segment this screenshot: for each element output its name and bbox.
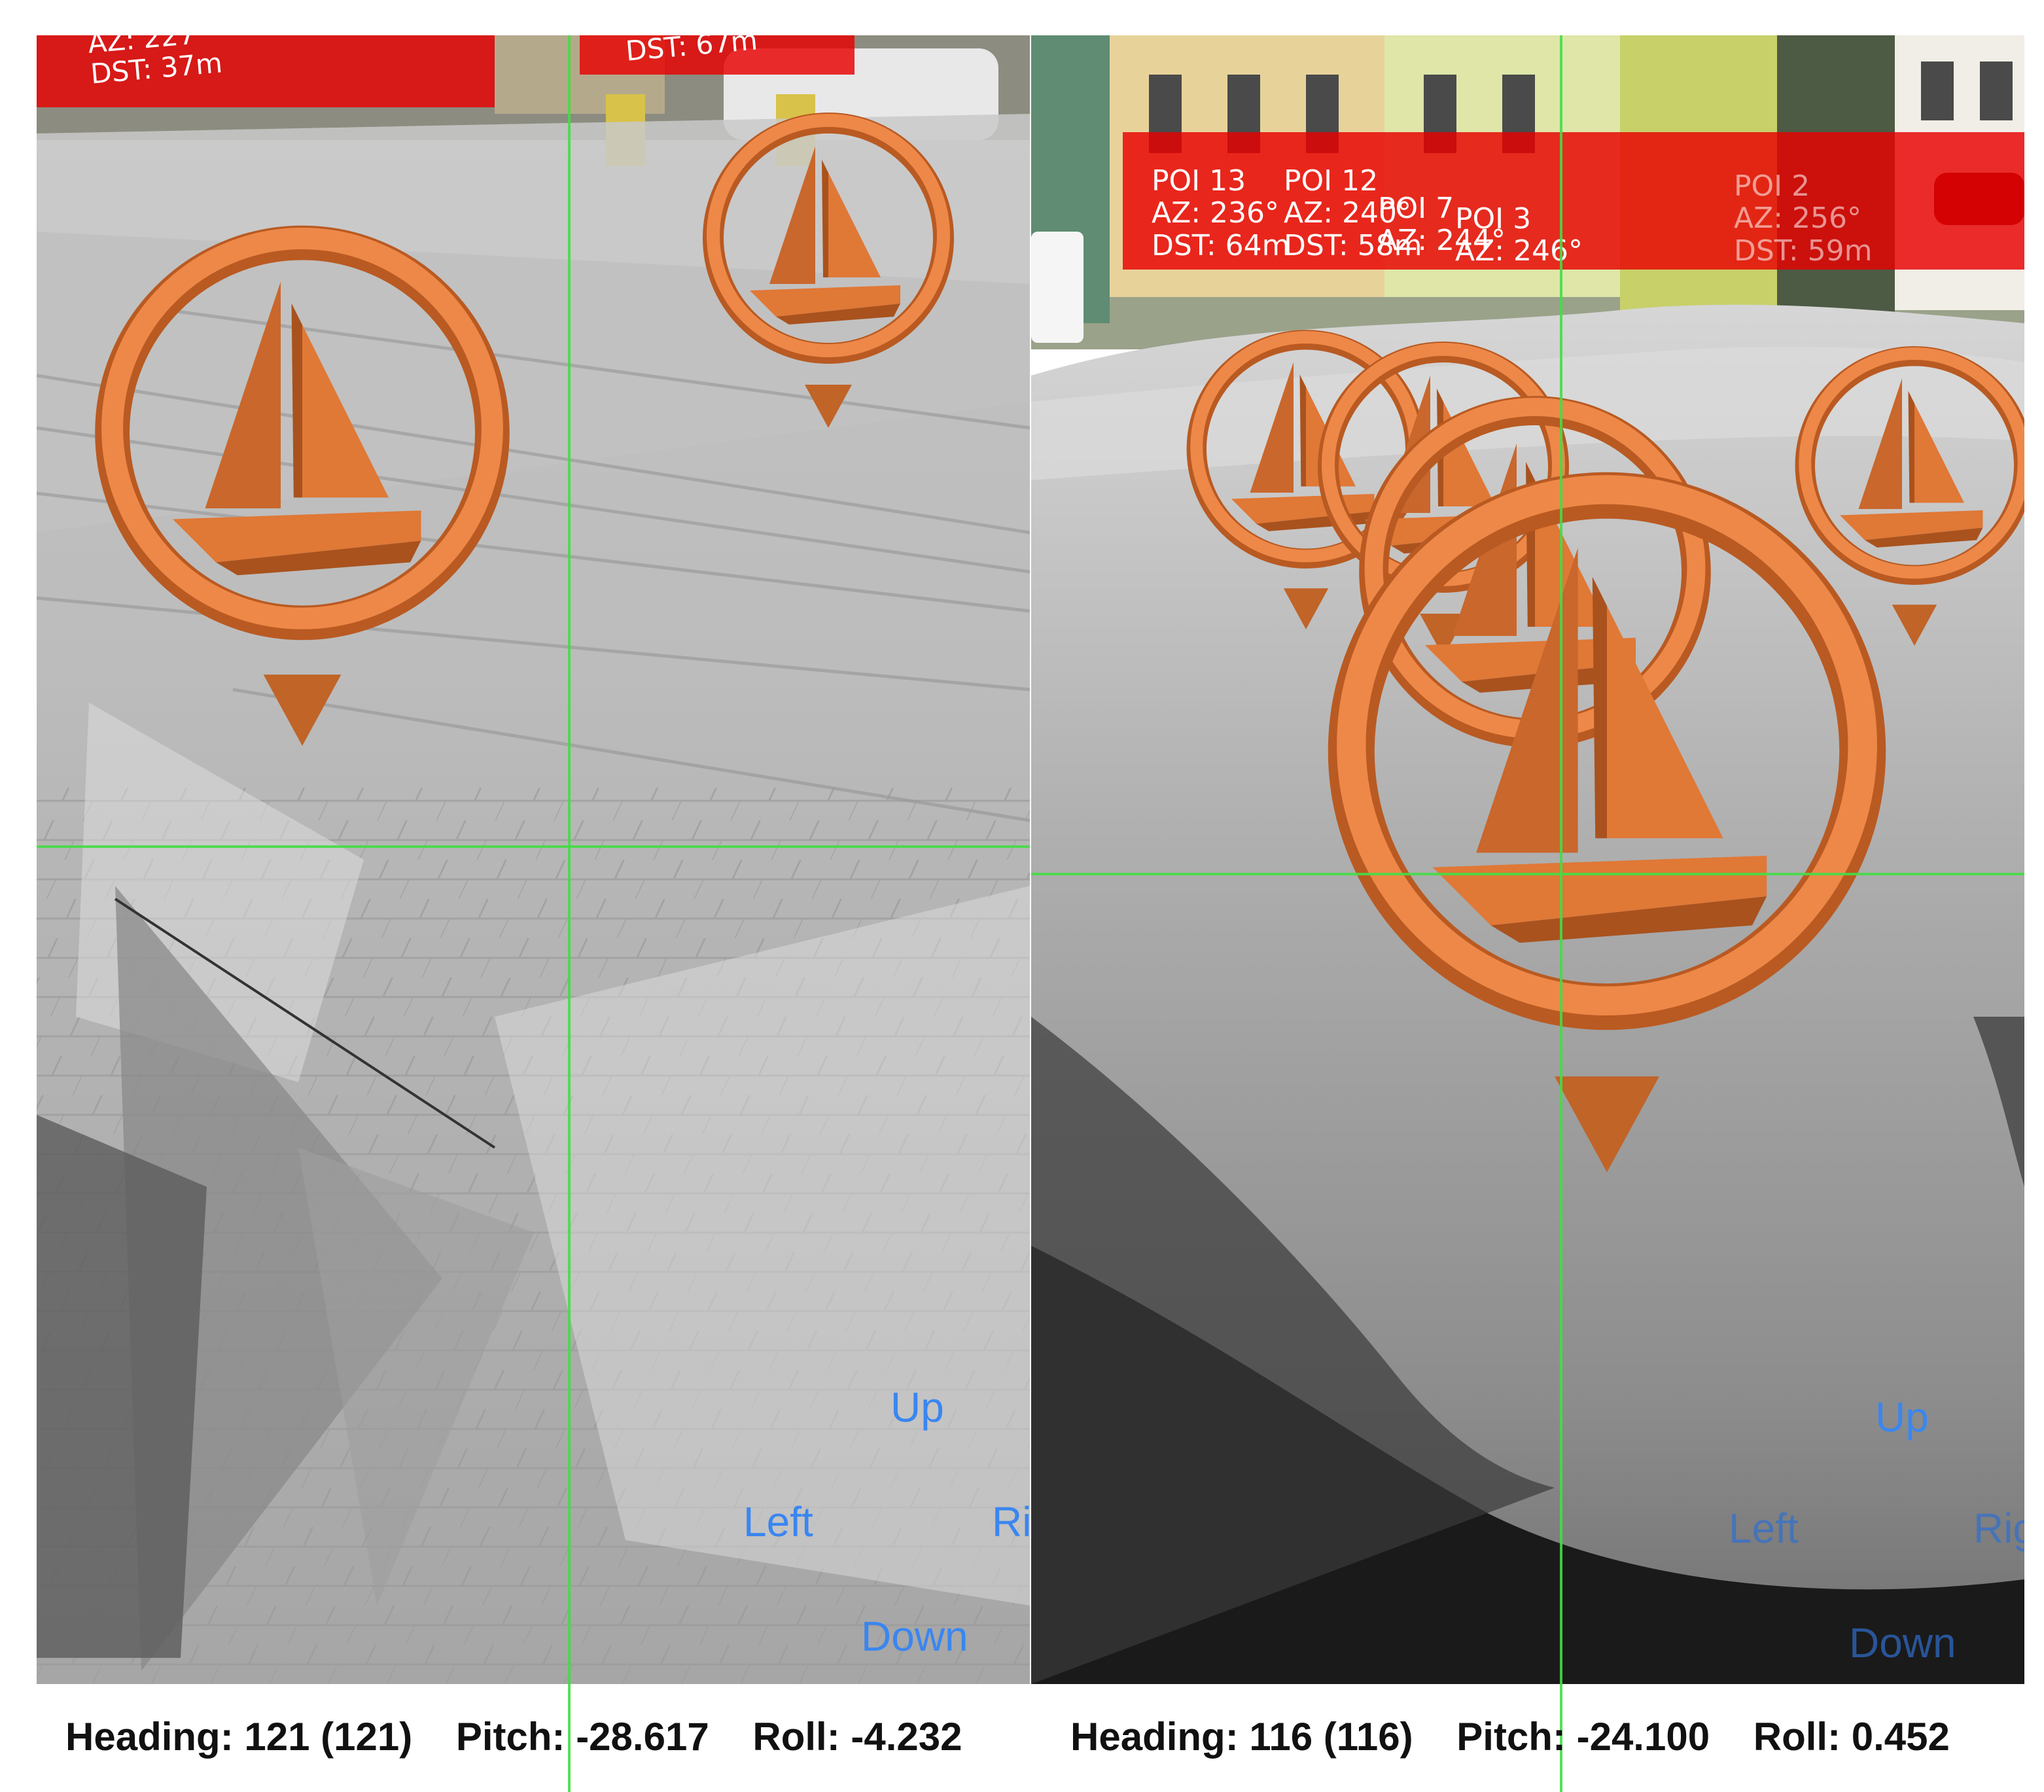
down-button[interactable]: Down (1849, 1619, 1956, 1667)
right-button[interactable]: Rig (1973, 1504, 2024, 1553)
sailboat-pin-icon (703, 113, 954, 428)
pitch-value: Pitch: -28.617 (455, 1715, 709, 1759)
poi-label: POI 13 AZ: 236° DST: 64m (1152, 165, 1290, 262)
poi-distance: DST: 59m (1734, 234, 1873, 268)
left-button[interactable]: Left (1729, 1504, 1799, 1553)
crosshair-vertical-right (1560, 35, 1562, 1792)
left-button[interactable]: Left (743, 1498, 813, 1546)
heading-value: Heading: 121 (121) (65, 1715, 413, 1759)
ar-view-right: POI 13 AZ: 236° DST: 64m POI 12 AZ: 240°… (1031, 35, 2024, 1684)
roll-value: Roll: -4.232 (752, 1715, 962, 1759)
poi-azimuth: AZ: 246° (1455, 234, 1583, 268)
sailboat-marker[interactable] (697, 101, 959, 441)
orientation-readout-right: Heading: 116 (116) Pitch: -24.100 Roll: … (1070, 1714, 1982, 1759)
sailboat-marker[interactable] (1306, 461, 1908, 1187)
poi-name: POI 13 (1152, 164, 1246, 198)
crosshair-horizontal-left (37, 845, 1030, 848)
up-button[interactable]: Up (1875, 1393, 1929, 1441)
poi-azimuth: AZ: 256° (1734, 202, 1862, 236)
sailboat-pin-icon (95, 225, 510, 746)
right-button[interactable]: Ri (992, 1498, 1030, 1546)
poi-distance: DST: 64m (1152, 228, 1290, 262)
poi-name: POI 3 (1455, 202, 1532, 236)
crosshair-horizontal-right (1031, 873, 2024, 875)
up-button[interactable]: Up (890, 1383, 944, 1432)
poi-label: POI 3 AZ: 246° (1455, 203, 1583, 268)
heading-value: Heading: 116 (116) (1070, 1715, 1413, 1759)
poi-name: POI 2 (1734, 169, 1810, 203)
poi-azimuth: AZ: 236° (1152, 196, 1280, 230)
sailboat-pin-icon (1328, 472, 1886, 1172)
pitch-value: Pitch: -24.100 (1456, 1715, 1710, 1759)
crosshair-vertical-left (568, 35, 571, 1792)
down-button[interactable]: Down (861, 1612, 968, 1660)
poi-label: POI 2 AZ: 256° DST: 59m (1734, 170, 1873, 267)
orientation-readout-left: Heading: 121 (121) Pitch: -28.617 Roll: … (65, 1714, 995, 1759)
sailboat-marker[interactable] (86, 212, 518, 762)
roll-value: Roll: 0.452 (1753, 1715, 1950, 1759)
ar-view-left: AZ: 227° DST: 37m DST: 67m Up Left Ri Do… (37, 35, 1030, 1684)
